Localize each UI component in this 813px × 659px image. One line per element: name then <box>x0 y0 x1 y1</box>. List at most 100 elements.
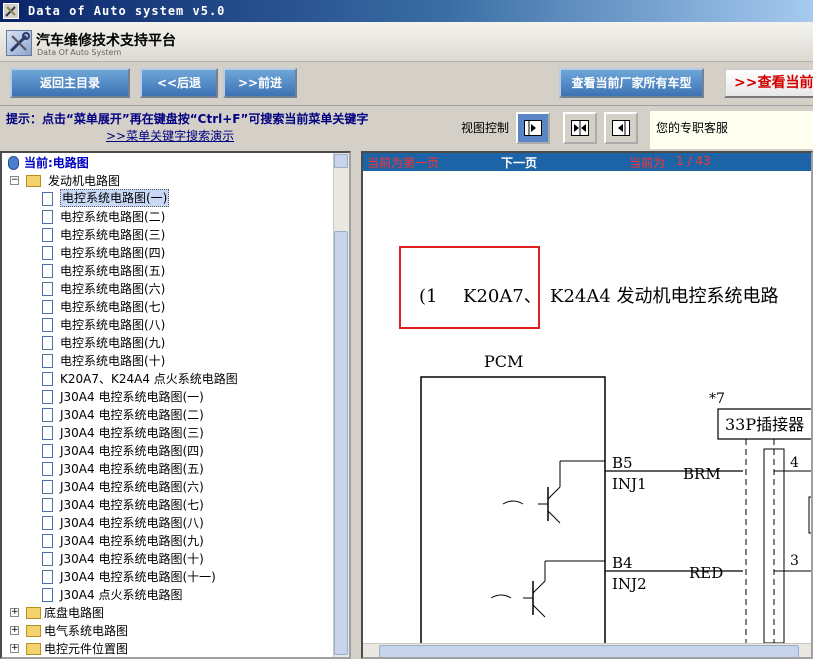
viewer-scroll-thumb[interactable] <box>379 645 799 657</box>
pcm-label: PCM <box>484 352 523 371</box>
scroll-up-icon[interactable] <box>334 154 348 168</box>
current-page-prefix: 当前为 <box>629 156 666 170</box>
pane-splitter[interactable] <box>351 151 361 659</box>
tree-item-label: J30A4 电控系统电路图(二) <box>60 408 204 422</box>
connector-side-box <box>808 496 811 534</box>
document-icon <box>42 282 53 296</box>
all-models-button[interactable]: 查看当前厂家所有车型 <box>559 68 704 98</box>
collapse-icon[interactable]: − <box>10 176 19 185</box>
tree-item[interactable]: J30A4 点火系统电路图 <box>4 586 334 604</box>
document-icon <box>42 264 53 278</box>
next-page-link[interactable]: 下一页 <box>501 154 537 171</box>
tree-item[interactable]: J30A4 电控系统电路图(一) <box>4 388 334 406</box>
tree-item[interactable]: 电控系统电路图(八) <box>4 316 334 334</box>
tree-item-label: 电控系统电路图(十) <box>60 354 166 368</box>
tree-item[interactable]: J30A4 电控系统电路图(五) <box>4 460 334 478</box>
tree-folder[interactable]: + 电控元件位置图 <box>4 640 334 657</box>
first-page-label[interactable]: 当前为第一页 <box>367 154 439 171</box>
circuit-diagram-page: ( 1 K20A7、 K24A4 发动机电控系统电路 PCM *7 33P插接器 <box>363 171 811 643</box>
nav-toolbar: 返回主目录 <<后退 >>前进 查看当前厂家所有车型 >>查看当前 <box>0 62 813 106</box>
document-icon <box>42 462 53 476</box>
pin-b5: B5 <box>612 454 633 472</box>
tree-folder[interactable]: + 底盘电路图 <box>4 604 334 622</box>
folder-icon <box>26 625 41 637</box>
tree-folder-label: 电气系统电路图 <box>44 624 129 638</box>
tree-item-label: J30A4 电控系统电路图(十) <box>60 552 204 566</box>
back-button[interactable]: <<后退 <box>140 68 218 98</box>
expand-right-view-button[interactable] <box>516 112 550 144</box>
document-icon <box>42 588 53 602</box>
tree-vertical-scrollbar[interactable] <box>333 153 349 657</box>
brand-header: 汽车维修技术支持平台 Data Of Auto System <box>0 22 813 62</box>
document-icon <box>42 390 53 404</box>
tree-item[interactable]: 电控系统电路图(四) <box>4 244 334 262</box>
tree-folder-label: 电控元件位置图 <box>44 642 129 656</box>
search-hint-text: 提示：点击“菜单展开”再在键盘按“Ctrl+F”可搜索当前菜单关键字 <box>6 112 369 126</box>
expand-icon[interactable]: + <box>10 608 19 617</box>
tree-item[interactable]: J30A4 电控系统电路图(十一) <box>4 568 334 586</box>
document-icon <box>42 444 53 458</box>
tree-item-label: 电控系统电路图(六) <box>60 282 166 296</box>
tree-item[interactable]: 电控系统电路图(六) <box>4 280 334 298</box>
tree-item[interactable]: 电控系统电路图(五) <box>4 262 334 280</box>
inj1-label: INJ1 <box>612 475 647 493</box>
tree-item[interactable]: K20A7、K24A4 点火系统电路图 <box>4 370 334 388</box>
document-icon <box>42 246 53 260</box>
split-view-button[interactable] <box>563 112 597 144</box>
circuit-diagram: ( 1 K20A7、 K24A4 发动机电控系统电路 PCM *7 33P插接器 <box>399 246 811 643</box>
forward-button[interactable]: >>前进 <box>223 68 297 98</box>
tree-item-label: J30A4 电控系统电路图(十一) <box>60 570 216 584</box>
document-icon <box>42 408 53 422</box>
expand-icon[interactable]: + <box>10 644 19 653</box>
tree-item[interactable]: 电控系统电路图(九) <box>4 334 334 352</box>
pin-b4: B4 <box>612 554 633 572</box>
wire-red: RED <box>689 564 723 582</box>
page-navigation: 当前为第一页 下一页 当前为 1 / 43 <box>363 153 811 171</box>
heading-number: 1 <box>426 286 437 307</box>
document-viewer: 当前为第一页 下一页 当前为 1 / 43 ( 1 K20A7、 K24A4 发… <box>361 151 813 659</box>
tree-item[interactable]: 电控系统电路图(七) <box>4 298 334 316</box>
tree-item[interactable]: J30A4 电控系统电路图(四) <box>4 442 334 460</box>
document-icon <box>42 372 53 386</box>
tree-scroll-thumb[interactable] <box>334 231 348 655</box>
heading-bracket: ( <box>419 286 426 307</box>
tree-item[interactable]: J30A4 电控系统电路图(三) <box>4 424 334 442</box>
tree-item[interactable]: J30A4 电控系统电路图(七) <box>4 496 334 514</box>
tree-item[interactable]: 电控系统电路图(二) <box>4 208 334 226</box>
tree-item[interactable]: 电控系统电路图(十) <box>4 352 334 370</box>
search-demo-link[interactable]: >>菜单关键字搜索演示 <box>106 127 234 144</box>
tree-item[interactable]: J30A4 电控系统电路图(九) <box>4 532 334 550</box>
document-icon <box>42 480 53 494</box>
expand-left-view-button[interactable] <box>604 112 638 144</box>
tree-current-row: 当前:电路图 <box>4 154 334 172</box>
expand-icon[interactable]: + <box>10 626 19 635</box>
arrow-left-icon <box>612 120 630 136</box>
home-button[interactable]: 返回主目录 <box>10 68 130 98</box>
double-chevron-right-icon: >> <box>734 75 758 91</box>
tree-folder[interactable]: + 电气系统电路图 <box>4 622 334 640</box>
document-icon <box>42 318 53 332</box>
view-current-label: 查看当前 <box>757 75 813 91</box>
tree-folder-engine[interactable]: − 发动机电路图 <box>4 172 334 190</box>
tree-item-label: 电控系统电路图(三) <box>60 228 166 242</box>
tree-item[interactable]: 电控系统电路图(三) <box>4 226 334 244</box>
heading-models: K20A7、 <box>463 286 542 307</box>
tree-item[interactable]: J30A4 电控系统电路图(十) <box>4 550 334 568</box>
tree-item-label: K20A7、K24A4 点火系统电路图 <box>60 372 238 386</box>
window-title: Data of Auto system v5.0 <box>28 4 226 18</box>
brand-subtitle: Data Of Auto System <box>37 48 122 57</box>
wrench-tools-icon[interactable] <box>3 3 19 19</box>
tree-item[interactable]: 电控系统电路图(一) <box>4 189 334 208</box>
menu-tree[interactable]: 当前:电路图 − 发动机电路图 电控系统电路图(一) 电控系统电路图(二) 电控系统电路图… <box>0 151 351 659</box>
document-icon <box>42 336 53 350</box>
tree-item[interactable]: J30A4 电控系统电路图(八) <box>4 514 334 532</box>
injector-2-circuit <box>490 560 811 618</box>
inj2-label: INJ2 <box>612 575 647 593</box>
wire-brm: BRM <box>683 465 721 483</box>
connector-label: 33P插接器 <box>725 415 804 434</box>
document-icon <box>42 192 53 206</box>
view-current-button[interactable]: >>查看当前 <box>724 68 813 98</box>
tree-item[interactable]: J30A4 电控系统电路图(二) <box>4 406 334 424</box>
tree-item[interactable]: J30A4 电控系统电路图(六) <box>4 478 334 496</box>
viewer-horizontal-scrollbar[interactable] <box>363 643 811 657</box>
